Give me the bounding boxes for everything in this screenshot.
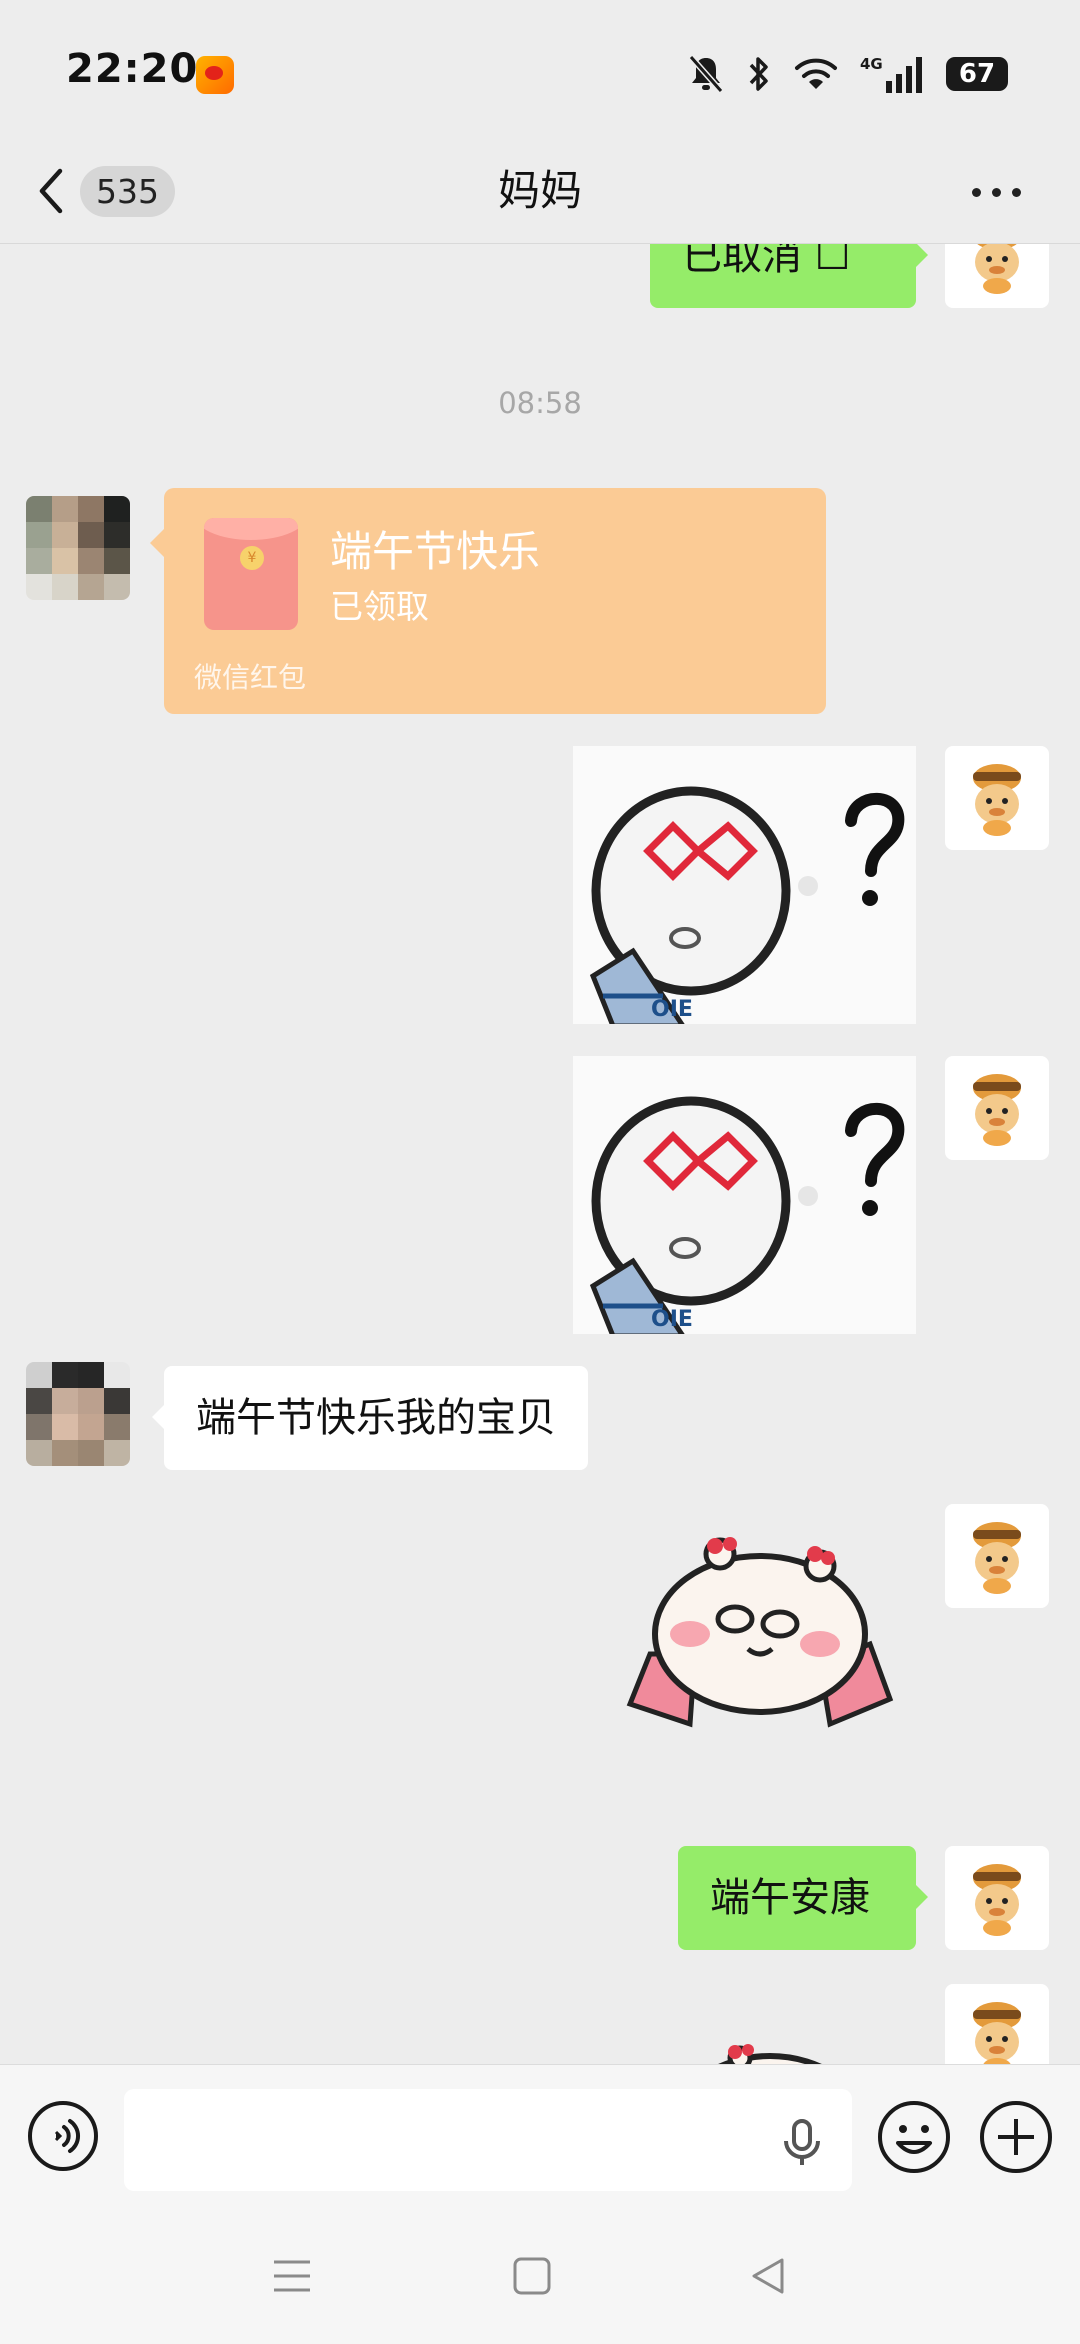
red-packet-label: 微信红包 (194, 661, 307, 694)
confused-face-sticker: OIE (573, 1056, 916, 1334)
battery-indicator: 67 (946, 57, 1020, 91)
plus-icon[interactable] (978, 2099, 1054, 2175)
svg-text:OIE: OIE (651, 997, 693, 1022)
avatar[interactable] (945, 746, 1049, 850)
avatar[interactable] (26, 1362, 130, 1466)
sticker-message[interactable] (660, 2024, 880, 2064)
system-navigation-bar (0, 2214, 1080, 2344)
status-bar: 22:20 4G 67 (0, 0, 1080, 140)
shopping-bear-sticker (626, 1537, 894, 1728)
message-bubble[interactable]: 已取消 ☐ (650, 244, 928, 308)
microphone-icon[interactable] (780, 2119, 824, 2167)
back-nav-icon[interactable] (748, 2256, 788, 2296)
red-packet-message[interactable]: ¥ 端午节快乐 已领取 微信红包 (150, 488, 826, 714)
more-icon (972, 187, 981, 197)
confused-face-sticker: OIE (573, 746, 916, 1024)
wifi-icon (795, 58, 837, 89)
message-item: 已取消 ☐ (0, 244, 1080, 308)
message-bubble[interactable]: 端午节快乐我的宝贝 (152, 1366, 588, 1470)
red-packet-title: 端午节快乐 (330, 527, 541, 576)
signal-4g-icon: 4G (860, 55, 922, 93)
hamster-avatar-icon (973, 764, 1021, 836)
sticker-message[interactable]: OIE (573, 1056, 916, 1334)
avatar[interactable] (945, 1984, 1049, 2064)
sticker-message[interactable] (620, 1524, 900, 1744)
svg-text:4G: 4G (860, 55, 883, 73)
input-bar (0, 2064, 1080, 2214)
hamster-avatar-icon (973, 1074, 1021, 1146)
svg-text:OIE: OIE (651, 1307, 693, 1332)
hamster-avatar-icon (973, 1864, 1021, 1936)
message-bubble[interactable]: 端午安康 (678, 1846, 928, 1950)
red-packet-icon: ¥ (204, 518, 298, 630)
voice-icon[interactable] (26, 2099, 100, 2173)
mute-icon (688, 55, 724, 93)
more-button[interactable] (972, 180, 1032, 204)
hamster-avatar-icon (975, 244, 1019, 294)
menu-icon[interactable] (272, 2256, 312, 2296)
timestamp: 08:58 (498, 386, 582, 420)
red-packet-status: 已领取 (330, 587, 429, 626)
hamster-avatar-icon (973, 2002, 1021, 2064)
weibo-icon (196, 56, 234, 94)
bluetooth-icon (749, 57, 768, 91)
emoji-icon[interactable] (876, 2099, 952, 2175)
chat-header: 535 妈妈 (0, 140, 1080, 244)
status-time: 22:20 (66, 46, 199, 92)
chat-title: 妈妈 (497, 166, 582, 215)
avatar[interactable] (945, 1056, 1049, 1160)
status-icons: 4G 67 (688, 52, 1020, 96)
message-list[interactable]: 已取消 ☐ 08:58 ¥ 端午节快乐 已领取 微信红包 OIE OIE 端午节… (0, 244, 1080, 2064)
avatar[interactable] (945, 1504, 1049, 1608)
avatar[interactable] (26, 496, 130, 600)
home-icon[interactable] (512, 2256, 552, 2296)
avatar[interactable] (945, 1846, 1049, 1950)
message-input[interactable] (124, 2089, 852, 2191)
hamster-avatar-icon (973, 1522, 1021, 1594)
shopping-bear-sticker (718, 2044, 822, 2064)
sticker-message[interactable]: OIE (573, 746, 916, 1024)
avatar[interactable] (945, 244, 1049, 308)
